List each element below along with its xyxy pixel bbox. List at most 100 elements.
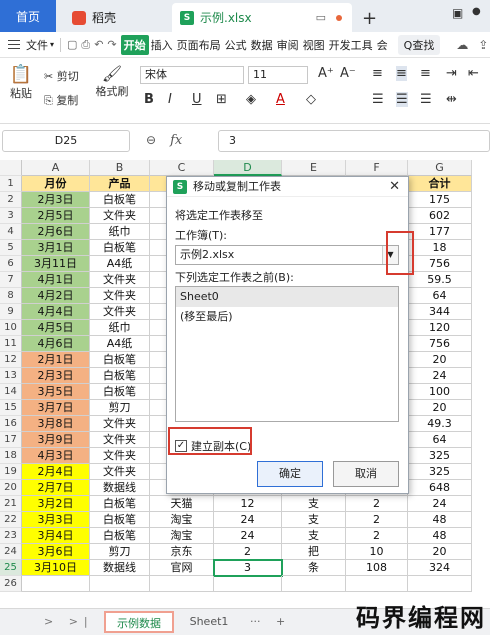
table-cell[interactable]: 文件夹 — [90, 464, 150, 480]
font-color-icon[interactable]: A — [276, 92, 285, 107]
table-cell[interactable]: 12 — [214, 496, 282, 512]
table-cell[interactable]: 纸巾 — [90, 224, 150, 240]
table-cell[interactable]: 4月6日 — [22, 336, 90, 352]
table-cell[interactable]: 4月5日 — [22, 320, 90, 336]
table-cell[interactable]: 京东 — [150, 544, 214, 560]
table-cell[interactable]: 文件夹 — [90, 208, 150, 224]
row-header[interactable]: 22 — [0, 512, 22, 528]
align-bottom-icon[interactable]: ≡ — [420, 66, 431, 81]
table-cell[interactable]: 白板笔 — [90, 352, 150, 368]
select-all-corner[interactable] — [0, 160, 22, 176]
table-cell[interactable]: 白板笔 — [90, 192, 150, 208]
table-cell[interactable] — [150, 576, 214, 592]
table-cell[interactable]: 2 — [346, 512, 408, 528]
table-cell[interactable]: 文件夹 — [90, 272, 150, 288]
tab-review[interactable]: 审阅 — [275, 37, 301, 53]
table-cell[interactable]: 48 — [408, 528, 472, 544]
align-right-icon[interactable]: ☰ — [420, 92, 432, 107]
row-header[interactable]: 21 — [0, 496, 22, 512]
table-cell[interactable]: 天猫 — [150, 496, 214, 512]
table-cell[interactable]: 24 — [214, 528, 282, 544]
tab-more[interactable]: 会 — [375, 37, 390, 53]
align-left-icon[interactable]: ☰ — [372, 92, 384, 107]
table-cell[interactable]: 108 — [346, 560, 408, 576]
table-cell[interactable]: 24 — [408, 368, 472, 384]
sheet-nav-arrows-icon[interactable]: > >| — [44, 615, 94, 628]
align-center-icon[interactable]: ☰ — [396, 92, 408, 107]
table-cell[interactable]: 2月5日 — [22, 208, 90, 224]
row-header[interactable]: 5 — [0, 240, 22, 256]
align-middle-icon[interactable]: ≡ — [396, 66, 407, 81]
row-header[interactable]: 6 — [0, 256, 22, 272]
table-cell[interactable]: 3月9日 — [22, 432, 90, 448]
table-cell[interactable]: 325 — [408, 448, 472, 464]
tab-daoke[interactable]: 稻壳 — [62, 3, 167, 32]
table-cell[interactable]: 64 — [408, 288, 472, 304]
table-cell[interactable]: 文件夹 — [90, 304, 150, 320]
list-item[interactable]: Sheet0 — [176, 287, 398, 307]
row-header[interactable]: 25 — [0, 560, 22, 576]
row-header[interactable]: 1 — [0, 176, 22, 192]
row-header[interactable]: 24 — [0, 544, 22, 560]
row-header[interactable]: 10 — [0, 320, 22, 336]
cancel-button[interactable]: 取消 — [333, 461, 399, 487]
column-header-e[interactable]: E — [282, 160, 346, 176]
table-cell[interactable]: 条 — [282, 560, 346, 576]
checkbox-check-icon[interactable]: ✓ — [175, 440, 187, 452]
table-cell[interactable]: 177 — [408, 224, 472, 240]
row-header[interactable]: 13 — [0, 368, 22, 384]
tab-data[interactable]: 数据 — [249, 37, 275, 53]
table-cell[interactable]: 淘宝 — [150, 512, 214, 528]
row-header[interactable]: 7 — [0, 272, 22, 288]
table-cell[interactable]: 白板笔 — [90, 512, 150, 528]
table-cell[interactable]: 白板笔 — [90, 368, 150, 384]
table-cell[interactable]: 支 — [282, 496, 346, 512]
table-cell[interactable]: 文件夹 — [90, 448, 150, 464]
table-cell[interactable]: 648 — [408, 480, 472, 496]
sheet-list[interactable]: Sheet0 (移至最后) — [175, 286, 399, 422]
table-cell[interactable]: 18 — [408, 240, 472, 256]
table-cell[interactable]: 文件夹 — [90, 288, 150, 304]
table-cell[interactable]: 4月1日 — [22, 272, 90, 288]
new-tab-button[interactable]: + — [362, 4, 377, 33]
table-cell[interactable]: 2 — [346, 496, 408, 512]
hamburger-icon[interactable] — [8, 40, 20, 49]
name-box[interactable]: D25 — [2, 130, 130, 152]
window-layout-icon[interactable]: ▣ — [452, 6, 463, 20]
table-cell[interactable]: 官网 — [150, 560, 214, 576]
align-top-icon[interactable]: ≡ — [372, 66, 383, 81]
table-cell[interactable] — [408, 576, 472, 592]
row-header[interactable]: 26 — [0, 576, 22, 592]
table-cell[interactable]: 纸巾 — [90, 320, 150, 336]
paste-button[interactable]: 📋 粘贴 — [6, 64, 36, 101]
column-header-a[interactable]: A — [22, 160, 90, 176]
bold-icon[interactable]: B — [144, 92, 154, 107]
table-cell[interactable]: 756 — [408, 336, 472, 352]
row-header[interactable]: 2 — [0, 192, 22, 208]
table-cell[interactable]: 10 — [346, 544, 408, 560]
file-menu[interactable]: 文件 — [26, 37, 48, 53]
monitor-icon[interactable]: ▭ — [316, 11, 326, 24]
tab-developer[interactable]: 开发工具 — [327, 37, 375, 53]
table-header-cell[interactable]: 合计 — [408, 176, 472, 192]
table-cell[interactable]: 剪刀 — [90, 400, 150, 416]
distribute-icon[interactable]: ⇹ — [446, 92, 457, 107]
table-cell[interactable]: 2月6日 — [22, 224, 90, 240]
border-icon[interactable]: ⊞ — [216, 92, 227, 107]
table-cell[interactable] — [346, 576, 408, 592]
tab-insert[interactable]: 插入 — [149, 37, 175, 53]
row-header[interactable]: 12 — [0, 352, 22, 368]
table-cell[interactable]: 24 — [214, 512, 282, 528]
table-cell[interactable]: 49.3 — [408, 416, 472, 432]
table-cell[interactable]: 344 — [408, 304, 472, 320]
quick-access-icons[interactable]: ▢⎙↶↷ — [67, 38, 121, 52]
table-cell[interactable]: 59.5 — [408, 272, 472, 288]
sheet-tab-active[interactable]: 示例数据 — [104, 611, 174, 633]
column-header-f[interactable]: F — [346, 160, 408, 176]
copy-button[interactable]: ⎘ 复制 — [44, 92, 78, 108]
table-cell[interactable]: 文件夹 — [90, 416, 150, 432]
tab-formula[interactable]: 公式 — [223, 37, 249, 53]
cloud-icon[interactable]: ☁ — [456, 38, 468, 52]
row-header[interactable]: 4 — [0, 224, 22, 240]
table-cell[interactable] — [282, 576, 346, 592]
